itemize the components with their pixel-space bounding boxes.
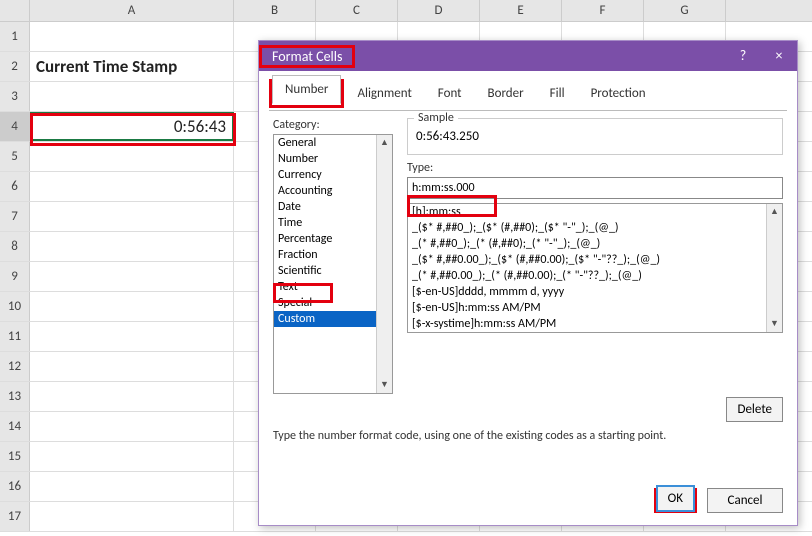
tab-font[interactable]: Font (425, 79, 475, 108)
scroll-up-icon[interactable]: ▲ (377, 135, 392, 151)
category-item[interactable]: Accounting (274, 183, 392, 199)
col-header-E[interactable]: E (480, 0, 562, 21)
format-item[interactable]: _($* #,##0_);_($* (#,##0);_($* "-"_);_(@… (408, 220, 782, 236)
close-button[interactable]: × (761, 41, 797, 71)
col-header-C[interactable]: C (316, 0, 398, 21)
cancel-button[interactable]: Cancel (707, 488, 783, 513)
category-item[interactable]: General (274, 135, 392, 151)
category-item[interactable]: Currency (274, 167, 392, 183)
category-item[interactable]: Text (274, 279, 392, 295)
category-item[interactable]: Date (274, 199, 392, 215)
tab-protection[interactable]: Protection (578, 79, 659, 108)
sample-box: Sample 0:56:43.250 (407, 118, 783, 155)
ok-button[interactable]: OK (657, 486, 694, 511)
category-item[interactable]: Number (274, 151, 392, 167)
select-all-corner[interactable] (0, 0, 30, 21)
cell-A2[interactable]: Current Time Stamp (30, 52, 234, 81)
category-item[interactable]: Special (274, 295, 392, 311)
help-button[interactable]: ? (725, 41, 761, 71)
format-item[interactable]: [$-en-US]dddd, mmmm d, yyyy (408, 284, 782, 300)
col-header-D[interactable]: D (398, 0, 480, 21)
format-item-selected[interactable]: h:mm:ss.000 (408, 332, 782, 333)
cell-A1[interactable] (30, 22, 234, 51)
type-input[interactable] (407, 177, 783, 199)
delete-button[interactable]: Delete (726, 397, 783, 422)
category-item[interactable]: Fraction (274, 247, 392, 263)
col-header-G[interactable]: G (644, 0, 726, 21)
format-item[interactable]: _(* #,##0_);_(* (#,##0);_(* "-"_);_(@_) (408, 236, 782, 252)
type-label: Type: (407, 161, 783, 175)
category-item[interactable]: Scientific (274, 263, 392, 279)
cell-A3[interactable] (30, 82, 234, 111)
format-cells-dialog: Format Cells ? × Number Alignment Font B… (258, 40, 798, 526)
scroll-up-icon[interactable]: ▲ (767, 204, 782, 220)
hint-text: Type the number format code, using one o… (259, 417, 797, 455)
format-item[interactable]: [$-en-US]h:mm:ss AM/PM (408, 300, 782, 316)
category-label: Category: (273, 118, 393, 132)
sample-value: 0:56:43.250 (416, 125, 774, 144)
category-listbox[interactable]: General Number Currency Accounting Date … (273, 134, 393, 394)
dialog-tabs: Number Alignment Font Border Fill Protec… (269, 79, 787, 108)
col-header-F[interactable]: F (562, 0, 644, 21)
format-item[interactable]: _($* #,##0.00_);_($* (#,##0.00);_($* "-"… (408, 252, 782, 268)
dialog-titlebar[interactable]: Format Cells ? × (259, 41, 797, 71)
col-header-B[interactable]: B (234, 0, 316, 21)
tab-alignment[interactable]: Alignment (344, 79, 424, 108)
category-item[interactable]: Percentage (274, 231, 392, 247)
format-code-listbox[interactable]: [h]:mm:ss _($* #,##0_);_($* (#,##0);_($*… (407, 203, 783, 333)
tab-number[interactable]: Number (272, 75, 341, 104)
format-scrollbar[interactable]: ▲ ▼ (766, 204, 782, 332)
category-scrollbar[interactable]: ▲ ▼ (376, 135, 392, 393)
scroll-down-icon[interactable]: ▼ (377, 377, 392, 393)
col-header-A[interactable]: A (30, 0, 234, 21)
tab-border[interactable]: Border (475, 79, 537, 108)
format-item[interactable]: [h]:mm:ss (408, 204, 782, 220)
tab-fill[interactable]: Fill (537, 79, 578, 108)
scroll-down-icon[interactable]: ▼ (767, 316, 782, 332)
sample-label: Sample (414, 111, 458, 125)
format-item[interactable]: [$-x-systime]h:mm:ss AM/PM (408, 316, 782, 332)
format-item[interactable]: _(* #,##0.00_);_(* (#,##0.00);_(* "-"??_… (408, 268, 782, 284)
category-item-custom[interactable]: Custom (274, 311, 392, 327)
column-headers: A B C D E F G (0, 0, 812, 22)
dialog-title: Format Cells (262, 44, 352, 69)
category-item[interactable]: Time (274, 215, 392, 231)
cell-A4[interactable]: 0:56:43 (30, 112, 234, 141)
